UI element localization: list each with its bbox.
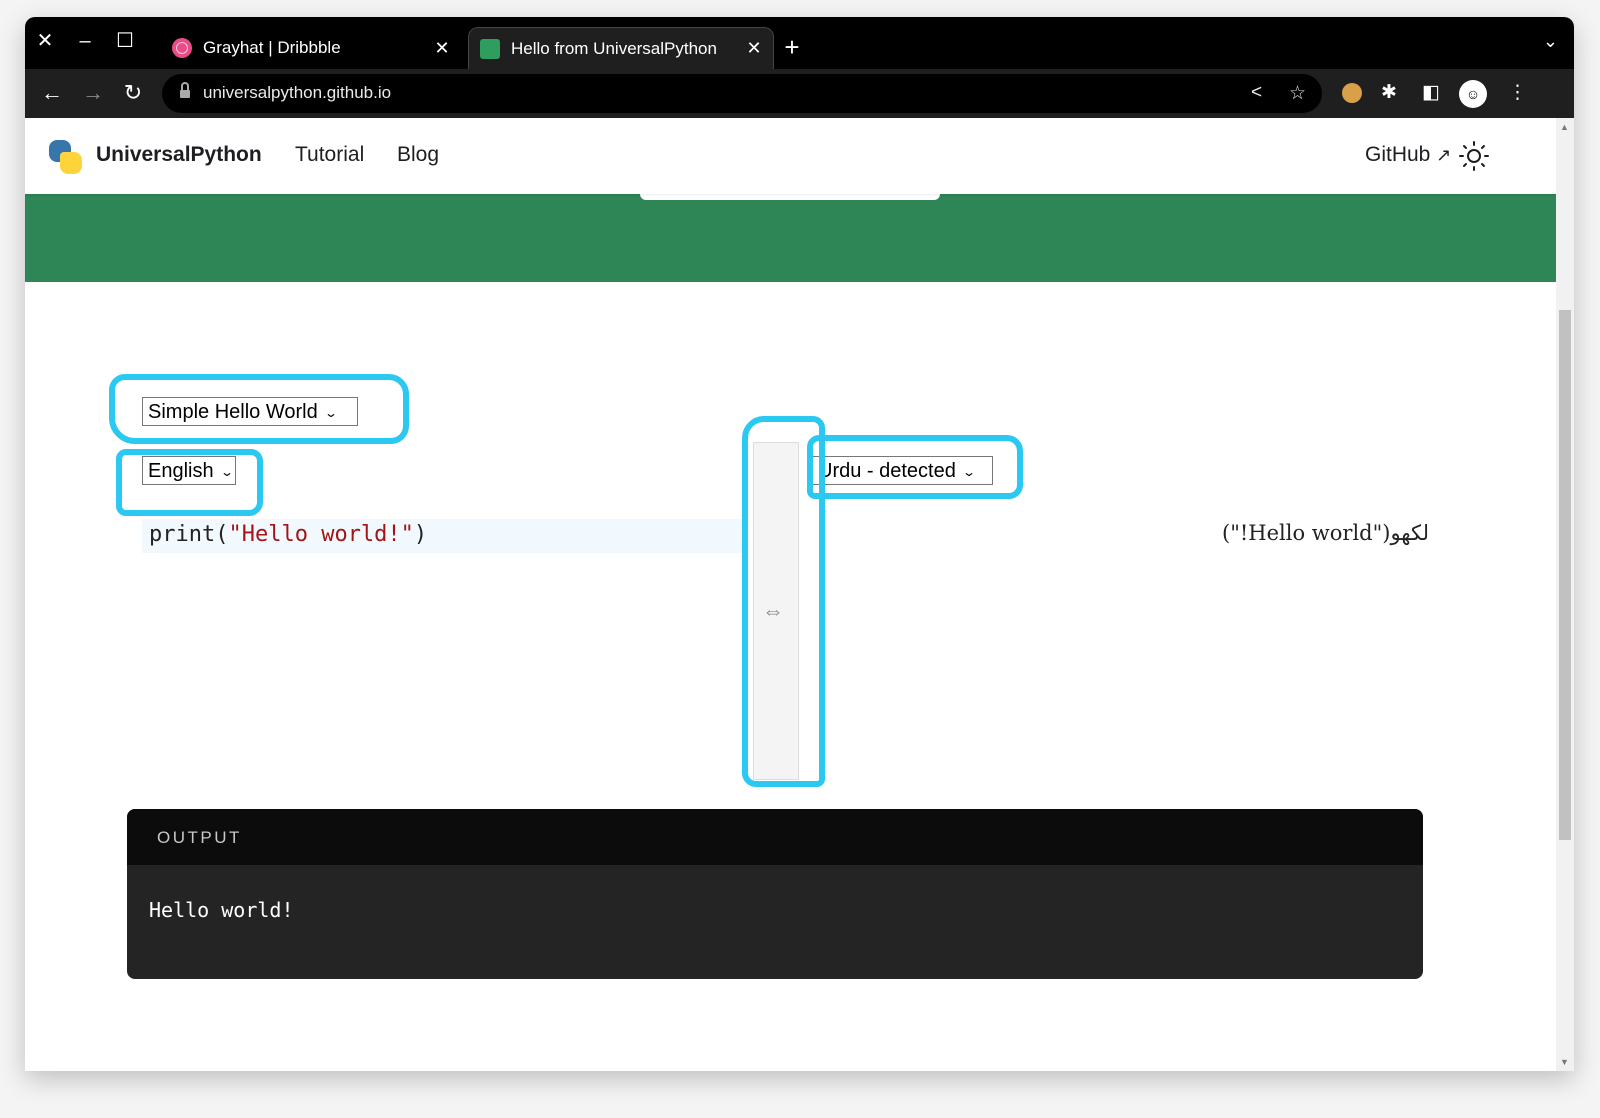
maximize-window-icon[interactable]: ☐ <box>111 29 139 53</box>
code-string: "Hello world!" <box>228 522 414 547</box>
scrollbar-thumb[interactable] <box>1559 310 1571 840</box>
close-tab-icon[interactable]: ✕ <box>429 38 455 59</box>
address-bar[interactable]: universalpython.github.io < ☆ <box>162 74 1322 113</box>
browser-window: ✕ – ☐ Grayhat | Dribbble ✕ Hello from Un… <box>25 17 1574 1071</box>
nav-link-tutorial[interactable]: Tutorial <box>295 143 364 167</box>
translated-code[interactable]: لکھو("Hello world!") <box>1205 521 1429 545</box>
bookmark-star-icon[interactable]: ☆ <box>1289 82 1306 105</box>
site-brand[interactable]: UniversalPython <box>96 143 262 167</box>
tab-title: Hello from UniversalPython <box>511 38 717 58</box>
share-icon[interactable]: < <box>1251 82 1262 104</box>
url-text: universalpython.github.io <box>203 83 392 102</box>
universalpython-favicon-icon <box>480 38 500 59</box>
scroll-down-icon[interactable]: ▼ <box>1560 1057 1569 1067</box>
output-text: Hello world! <box>149 898 294 922</box>
site-navbar: UniversalPython Tutorial Blog GitHub ↗ <box>25 118 1556 194</box>
code-suffix: ) <box>413 522 428 547</box>
annotation-outline-target <box>807 435 1023 499</box>
dribbble-favicon-icon <box>172 38 192 58</box>
close-tab-icon[interactable]: ✕ <box>741 38 767 59</box>
profile-avatar[interactable]: ☺ <box>1459 80 1487 108</box>
browser-toolbar: ← → ↻ universalpython.github.io < ☆ ✱ ◧ … <box>25 69 1574 118</box>
tab-universalpython[interactable]: Hello from UniversalPython ✕ <box>468 27 774 69</box>
cookie-extension-icon[interactable] <box>1342 83 1362 103</box>
nav-link-blog[interactable]: Blog <box>397 143 439 167</box>
forward-icon[interactable]: → <box>78 79 108 107</box>
tab-dribbble[interactable]: Grayhat | Dribbble ✕ <box>161 27 461 69</box>
reload-icon[interactable]: ↻ <box>118 79 148 107</box>
hero-banner <box>25 194 1556 282</box>
github-link[interactable]: GitHub ↗ <box>1365 143 1451 167</box>
tab-title: Grayhat | Dribbble <box>203 38 341 57</box>
extensions-puzzle-icon[interactable]: ✱ <box>1381 80 1397 106</box>
tab-search-chevron-icon[interactable]: ⌄ <box>1543 31 1558 52</box>
annotation-outline-language <box>116 449 263 516</box>
close-window-icon[interactable]: ✕ <box>31 29 59 53</box>
browser-menu-icon[interactable]: ⋮ <box>1508 80 1527 106</box>
hero-tab-edge <box>640 194 940 200</box>
output-header: OUTPUT <box>127 809 1423 865</box>
python-logo-icon[interactable] <box>49 140 83 174</box>
minimize-window-icon[interactable]: – <box>71 29 99 53</box>
code-editor[interactable]: print("Hello world!") <box>149 522 427 547</box>
side-panel-icon[interactable]: ◧ <box>1422 80 1440 106</box>
lock-icon[interactable] <box>180 82 190 99</box>
external-link-icon: ↗ <box>1436 145 1452 165</box>
code-prefix: print( <box>149 522 229 547</box>
tab-strip: ✕ – ☐ Grayhat | Dribbble ✕ Hello from Un… <box>25 17 1574 69</box>
page-viewport: UniversalPython Tutorial Blog GitHub ↗ S… <box>25 118 1556 1071</box>
output-panel: OUTPUT Hello world! <box>127 809 1423 979</box>
page-scrollbar[interactable]: ▲ ▼ <box>1556 118 1574 1071</box>
sun-theme-toggle-icon[interactable] <box>1458 140 1490 172</box>
scroll-up-icon[interactable]: ▲ <box>1560 122 1569 132</box>
new-tab-icon[interactable]: + <box>777 33 807 61</box>
github-link-label: GitHub <box>1365 143 1431 166</box>
annotation-outline-example <box>109 374 409 444</box>
back-icon[interactable]: ← <box>37 79 67 107</box>
